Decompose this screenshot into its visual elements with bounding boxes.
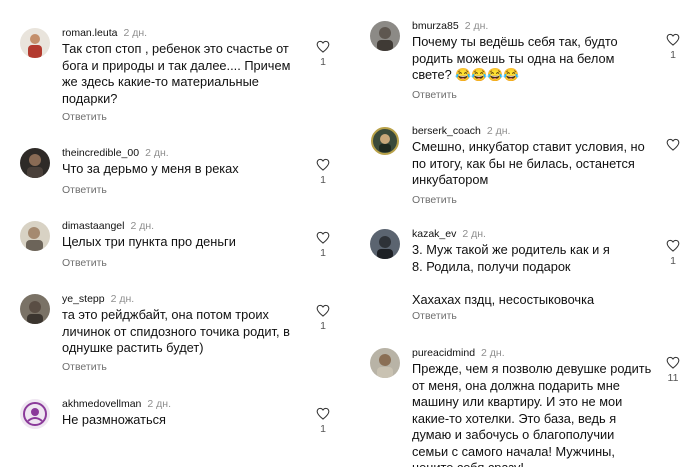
reply-button[interactable]: Ответить bbox=[62, 257, 107, 269]
comment-text: Почему ты ведёшь себя так, будто родить … bbox=[412, 34, 618, 82]
avatar[interactable] bbox=[20, 221, 50, 251]
comment-username[interactable]: pureacidmind bbox=[412, 347, 475, 359]
like-count: 1 bbox=[320, 174, 326, 186]
like-control bbox=[664, 138, 682, 151]
comment-username[interactable]: bmurza85 bbox=[412, 20, 459, 32]
comment-time: 2 дн. bbox=[486, 125, 511, 137]
comment-text: Смешно, инкубатор ставит условия, но по … bbox=[412, 139, 645, 187]
like-count: 11 bbox=[667, 372, 679, 384]
like-count: 1 bbox=[320, 56, 326, 68]
comment-time: 2 дн. bbox=[130, 220, 155, 232]
reply-button[interactable]: Ответить bbox=[412, 89, 457, 101]
reply-button[interactable]: Ответить bbox=[62, 111, 107, 123]
avatar-icon bbox=[20, 148, 50, 178]
like-count: 1 bbox=[670, 255, 676, 267]
heart-icon[interactable] bbox=[666, 239, 680, 252]
comment-text: та это рейджбайт, она потом троих личино… bbox=[62, 307, 290, 355]
comment-username[interactable]: dimastaangel bbox=[62, 220, 124, 232]
comment-time: 2 дн. bbox=[147, 398, 171, 410]
comment-username[interactable]: roman.leuta bbox=[62, 27, 117, 39]
reply-button[interactable]: Ответить bbox=[412, 310, 457, 322]
comment-line: 3. Муж такой же родитель как и я bbox=[412, 242, 610, 257]
like-control: 1 bbox=[314, 158, 332, 186]
comment-text: Не размножаться bbox=[62, 412, 166, 427]
avatar-icon bbox=[20, 28, 50, 58]
comment-username[interactable]: akhmedovellman bbox=[62, 398, 141, 410]
comment-username[interactable]: berserk_coach bbox=[412, 125, 481, 137]
like-control: 1 bbox=[664, 239, 682, 267]
avatar-icon bbox=[370, 348, 400, 378]
comment-text: Что за дерьмо у меня в реках bbox=[62, 161, 239, 176]
avatar[interactable] bbox=[20, 399, 50, 429]
heart-icon[interactable] bbox=[316, 407, 330, 420]
comment-text: 3. Муж такой же родитель как и я 8. Роди… bbox=[412, 242, 652, 308]
reply-button[interactable]: Ответить bbox=[62, 361, 107, 373]
comments-column-left: roman.leuta 2 дн. Так стоп стоп , ребенок… bbox=[0, 0, 350, 467]
comment-time: 2 дн. bbox=[145, 147, 169, 159]
comment-line: Хахахах пздц, несостыковочка bbox=[412, 291, 595, 307]
comment-username[interactable]: ye_stepp bbox=[62, 293, 105, 305]
like-control: 1 bbox=[314, 40, 332, 68]
like-control: 1 bbox=[314, 304, 332, 332]
avatar-icon bbox=[20, 399, 50, 429]
avatar[interactable] bbox=[20, 28, 50, 58]
avatar[interactable] bbox=[20, 294, 50, 324]
avatar[interactable] bbox=[370, 126, 400, 156]
reply-button[interactable]: Ответить bbox=[62, 184, 107, 196]
avatar-icon bbox=[370, 126, 400, 156]
avatar[interactable] bbox=[370, 229, 400, 259]
like-count: 1 bbox=[320, 320, 326, 332]
like-control: 11 bbox=[664, 356, 682, 384]
reply-button[interactable]: Ответить bbox=[412, 194, 457, 206]
comment-time: 2 дн. bbox=[481, 347, 505, 359]
like-count: 1 bbox=[320, 423, 326, 435]
comment-time: 2 дн. bbox=[110, 293, 135, 305]
comment-time: 2 дн. bbox=[123, 27, 148, 39]
avatar[interactable] bbox=[370, 348, 400, 378]
comment-username[interactable]: kazak_ev bbox=[412, 228, 456, 240]
avatar-icon bbox=[370, 229, 400, 259]
avatar-icon bbox=[370, 21, 400, 51]
comment-username[interactable]: theincredible_00 bbox=[62, 147, 139, 159]
heart-icon[interactable] bbox=[666, 33, 680, 46]
heart-icon[interactable] bbox=[316, 40, 330, 53]
comment-time: 2 дн. bbox=[464, 20, 489, 32]
comment-text: Так стоп стоп , ребенок это счастье от б… bbox=[62, 41, 291, 106]
comments-column-right: bmurza85 2 дн. Почему ты ведёшь себя так,… bbox=[350, 0, 700, 467]
like-control: 1 bbox=[314, 407, 332, 435]
avatar-icon bbox=[20, 221, 50, 251]
avatar[interactable] bbox=[370, 21, 400, 51]
heart-icon[interactable] bbox=[316, 231, 330, 244]
comment-line-blank bbox=[412, 275, 652, 292]
comment-text: Целых три пункта про деньги bbox=[62, 234, 236, 249]
heart-icon[interactable] bbox=[316, 304, 330, 317]
avatar[interactable] bbox=[20, 148, 50, 178]
avatar-icon bbox=[20, 294, 50, 324]
heart-icon[interactable] bbox=[316, 158, 330, 171]
heart-icon[interactable] bbox=[666, 138, 680, 151]
like-control: 1 bbox=[314, 231, 332, 259]
comment-text: Прежде, чем я позволю девушке родить от … bbox=[412, 361, 652, 467]
like-control: 1 bbox=[664, 33, 682, 61]
like-count: 1 bbox=[670, 49, 676, 61]
like-count: 1 bbox=[320, 247, 326, 259]
comment-line: 8. Родила, получи подарок bbox=[412, 258, 571, 274]
comment-time: 2 дн. bbox=[462, 228, 486, 240]
heart-icon[interactable] bbox=[666, 356, 680, 369]
